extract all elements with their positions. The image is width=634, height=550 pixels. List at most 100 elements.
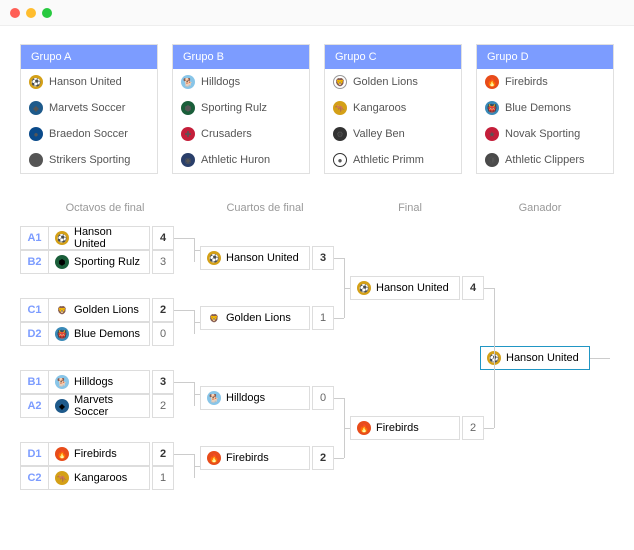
group-card: Grupo A⚽Hanson United◆Marvets Soccer ● Bra…	[20, 44, 158, 174]
match-slot[interactable]: 🔥Firebirds	[200, 446, 310, 470]
team-name: Firebirds	[376, 422, 419, 434]
team-icon: 🛡	[29, 153, 43, 167]
team-row[interactable]: 🦁Golden Lions	[325, 69, 461, 95]
team-icon: ⚽	[357, 281, 371, 295]
team-name: Athletic Primm	[353, 154, 424, 166]
match-slot[interactable]: C2🦘Kangaroos	[20, 466, 150, 490]
match-team: 🔥 Firebirds	[49, 447, 149, 461]
match-slot[interactable]: B2⬢Sporting Rulz	[20, 250, 150, 274]
team-name: Hanson United	[226, 252, 299, 264]
score: 2	[152, 298, 174, 322]
app-window: Grupo A⚽Hanson United◆Marvets Soccer●Bra…	[0, 0, 634, 550]
team-icon: 🦘	[333, 101, 347, 115]
match-team: 🐕 Hilldogs	[201, 391, 309, 405]
team-row[interactable]: ● Braedon Soccer	[21, 121, 157, 147]
team-name: Firebirds	[505, 76, 548, 88]
match-slot[interactable]: ⚽ Hanson United	[350, 276, 460, 300]
team-icon: 🦁	[55, 303, 69, 317]
score: 0	[152, 322, 174, 346]
round-label: Octavos de final	[20, 202, 190, 214]
score: 3	[152, 250, 174, 274]
group-header: Grupo D	[477, 45, 613, 69]
team-row[interactable]: ★Novak Sporting	[477, 121, 613, 147]
match-team: ⚽ Hanson United	[351, 281, 459, 295]
team-name: Strikers Sporting	[49, 154, 130, 166]
team-name: Hilldogs	[74, 376, 113, 388]
round-label: Final	[340, 202, 480, 214]
match-slot[interactable]: A1⚽Hanson United	[20, 226, 150, 250]
team-icon: ●	[333, 153, 347, 167]
match-team: 🔥 Firebirds	[351, 421, 459, 435]
team-name: Valley Ben	[353, 128, 405, 140]
team-icon: 🔥	[357, 421, 371, 435]
bracket-panel: Octavos de final Cuartos de final Final …	[0, 192, 634, 536]
match-slot[interactable]: 🦁Golden Lions	[200, 306, 310, 330]
team-row[interactable]: 🐕Hilldogs	[173, 69, 309, 95]
team-row[interactable]: ⚙Valley Ben	[325, 121, 461, 147]
match-team: ⚽Hanson United	[49, 226, 149, 250]
maximize-icon[interactable]	[42, 8, 52, 18]
team-name: Braedon Soccer	[49, 128, 128, 140]
team-icon: 🐕	[207, 391, 221, 405]
team-row[interactable]: ● Athletic Primm	[325, 147, 461, 173]
team-name: Sporting Rulz	[201, 102, 267, 114]
team-name: Blue Demons	[74, 328, 140, 340]
match-slot[interactable]: 🔥 Firebirds	[350, 416, 460, 440]
team-icon: 🔥	[55, 447, 69, 461]
team-name: Athletic Clippers	[505, 154, 584, 166]
match-slot[interactable]: D2👹Blue Demons	[20, 322, 150, 346]
team-icon: ⬢	[181, 101, 195, 115]
team-icon: 🛡	[485, 153, 499, 167]
match-slot[interactable]: B1🐕Hilldogs	[20, 370, 150, 394]
team-icon: ⚽	[55, 231, 69, 245]
match-slot[interactable]: D1🔥Firebirds	[20, 442, 150, 466]
score: 1	[152, 466, 174, 490]
team-name: Kangaroos	[353, 102, 406, 114]
team-icon: ●	[29, 127, 43, 141]
match-slot[interactable]: A2◆Marvets Soccer	[20, 394, 150, 418]
team-name: Firebirds	[74, 448, 117, 460]
team-row[interactable]: ⚽Hanson United	[21, 69, 157, 95]
team-name: Novak Sporting	[505, 128, 580, 140]
team-row[interactable]: 🛡 Athletic Clippers	[477, 147, 613, 173]
match-team: 🦁Golden Lions	[201, 311, 309, 325]
match-team: ⚽Hanson United	[481, 351, 589, 365]
match-team: 🦁Golden Lions	[49, 303, 149, 317]
team-name: Hilldogs	[226, 392, 265, 404]
team-row[interactable]: ⬢ Sporting Rulz	[173, 95, 309, 121]
team-name: Hanson United	[376, 282, 449, 294]
match-slot[interactable]: ⚽ Hanson United	[200, 246, 310, 270]
match-team: 👹Blue Demons	[49, 327, 149, 341]
match-team: ⚽ Hanson United	[201, 251, 309, 265]
team-row[interactable]: 🛡 Strikers Sporting	[21, 147, 157, 173]
team-row[interactable]: ◉Athletic Huron	[173, 147, 309, 173]
score: 0	[312, 386, 334, 410]
group-header: Grupo A	[21, 45, 157, 69]
team-icon: ⚽	[207, 251, 221, 265]
team-icon: ⬢	[55, 255, 69, 269]
team-name: Crusaders	[201, 128, 252, 140]
group-header: Grupo C	[325, 45, 461, 69]
match-slot[interactable]: 🐕 Hilldogs	[200, 386, 310, 410]
group-card: Grupo D 🔥 Firebirds 👹Blue Demons★Novak Spor…	[476, 44, 614, 174]
minimize-icon[interactable]	[26, 8, 36, 18]
round-labels: Octavos de final Cuartos de final Final …	[20, 202, 614, 214]
seed-label: A1	[21, 227, 49, 249]
group-header: Grupo B	[173, 45, 309, 69]
close-icon[interactable]	[10, 8, 20, 18]
team-icon: ◆	[55, 399, 69, 413]
match-slot[interactable]: ⚽Hanson United	[480, 346, 590, 370]
match-team: ◆Marvets Soccer	[49, 394, 149, 418]
team-icon: 🔥	[485, 75, 499, 89]
group-card: Grupo C🦁Golden Lions 🦘 Kangaroos ⚙Valley Be…	[324, 44, 462, 174]
match-slot[interactable]: C1🦁Golden Lions	[20, 298, 150, 322]
team-row[interactable]: ✚Crusaders	[173, 121, 309, 147]
team-row[interactable]: 🦘 Kangaroos	[325, 95, 461, 121]
seed-label: C2	[21, 467, 49, 489]
team-name: Hanson United	[506, 352, 579, 364]
team-row[interactable]: 👹Blue Demons	[477, 95, 613, 121]
team-row[interactable]: 🔥 Firebirds	[477, 69, 613, 95]
team-row[interactable]: ◆Marvets Soccer	[21, 95, 157, 121]
score: 3	[152, 370, 174, 394]
score: 4	[152, 226, 174, 250]
